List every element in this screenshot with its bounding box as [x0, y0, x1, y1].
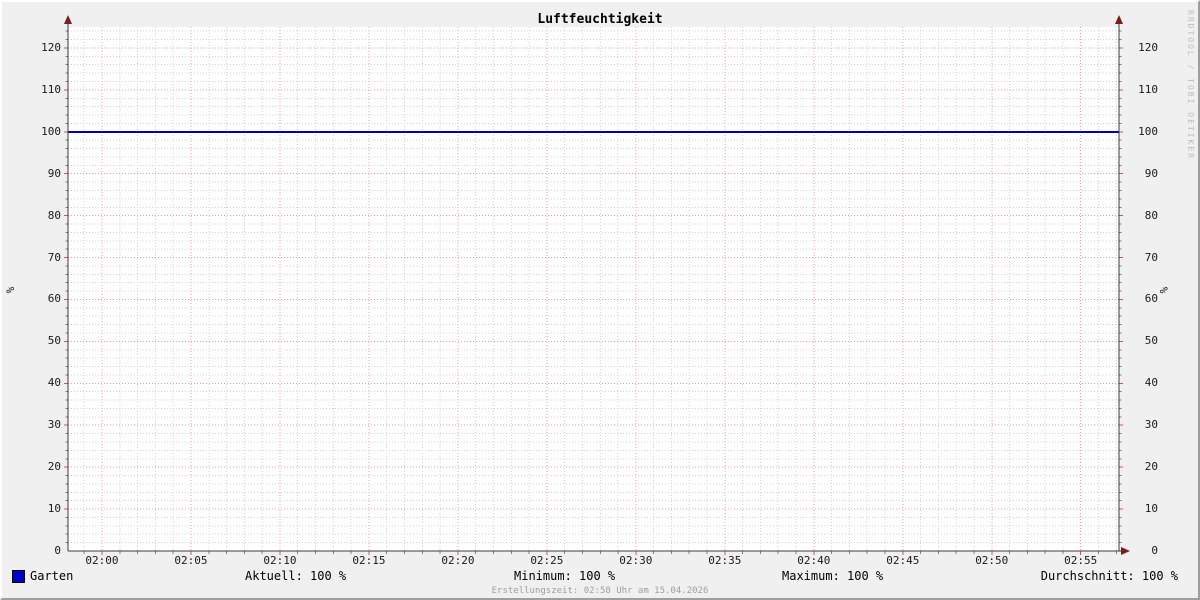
y-tick-label-right: 20	[1144, 460, 1158, 474]
y-tick-label-left: 110	[41, 82, 61, 96]
y-tick-label-left: 40	[47, 376, 61, 390]
y-tick-label-right: 70	[1144, 250, 1158, 264]
creation-time: Erstellungszeit: 02:58 Uhr am 15.04.2026	[491, 586, 709, 596]
x-tick-label: 02:30	[619, 554, 653, 567]
stat-maximum: Maximum: 100 %	[782, 569, 884, 583]
y-tick-label-right: 100	[1138, 124, 1158, 138]
x-tick-label: 02:40	[797, 554, 831, 567]
y-tick-label-left: 50	[47, 334, 61, 348]
rrdtool-graph: Luftfeuchtigkeit RRDTOOL / TOBI OETIKER …	[0, 0, 1200, 600]
y-tick-label-left: 0	[54, 544, 61, 557]
y-tick-label-right: 40	[1144, 376, 1158, 390]
y-tick-label-left: 70	[47, 250, 61, 264]
x-tick-label: 02:10	[263, 554, 297, 567]
y-tick-label-right: 50	[1144, 334, 1158, 348]
stat-durchschnitt: Durchschnitt: 100 %	[1040, 569, 1178, 583]
x-tick-label: 02:35	[708, 554, 742, 567]
x-tick-label: 02:50	[975, 554, 1009, 567]
y-axis-arrow-right	[1115, 15, 1123, 24]
y-tick-label-left: 20	[47, 460, 61, 474]
y-tick-label-right: 80	[1144, 208, 1158, 222]
y-axis-arrow-left	[64, 15, 72, 24]
y-tick-label-right: 120	[1138, 40, 1158, 54]
y-axis-unit-right: %	[1157, 286, 1170, 294]
x-tick-label: 02:20	[441, 554, 475, 567]
x-tick-label: 02:25	[530, 554, 564, 567]
y-axis-unit-left: %	[4, 286, 17, 294]
y-tick-label-left: 80	[47, 208, 61, 222]
y-tick-label-left: 30	[47, 418, 61, 432]
stat-minimum: Minimum: 100 %	[514, 569, 616, 583]
stat-aktuell: Aktuell: 100 %	[245, 569, 347, 583]
y-tick-label-right: 110	[1138, 82, 1158, 96]
y-tick-label-left: 10	[47, 502, 61, 516]
y-tick-label-left: 100	[41, 124, 61, 138]
plot-area	[68, 27, 1119, 551]
x-tick-label: 02:05	[174, 554, 208, 567]
x-tick-label: 02:00	[85, 554, 119, 567]
chart-canvas	[64, 15, 1130, 555]
y-tick-label-right: 10	[1144, 502, 1158, 516]
y-tick-label-right: 60	[1144, 292, 1158, 306]
x-tick-label: 02:45	[886, 554, 920, 567]
x-tick-label: 02:15	[352, 554, 386, 567]
y-tick-label-right: 90	[1144, 166, 1158, 180]
x-tick-label: 02:55	[1064, 554, 1098, 567]
series-color-swatch	[12, 570, 25, 583]
legend-row: Garten Aktuell: 100 % Minimum: 100 % Max…	[2, 569, 1198, 585]
y-tick-label-left: 90	[47, 166, 61, 180]
series-label: Garten	[30, 569, 74, 583]
y-tick-label-right: 0	[1151, 544, 1158, 557]
y-tick-label-right: 30	[1144, 418, 1158, 432]
y-tick-label-left: 120	[41, 40, 61, 54]
